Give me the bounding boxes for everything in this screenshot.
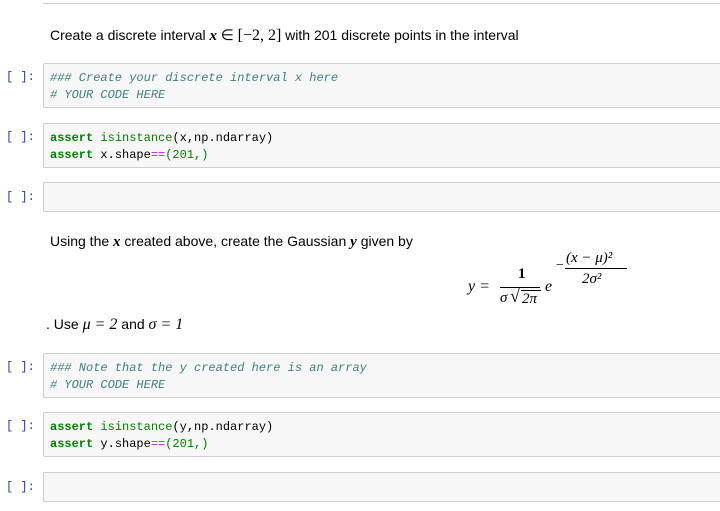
formula-lhs: y =	[468, 278, 490, 295]
code-cell-4[interactable]: ### Note that the y created here is an a…	[43, 353, 720, 398]
md2-var-x: x	[113, 234, 121, 250]
formula-exp-numerator: (x − μ)²	[566, 250, 613, 266]
cell2-l1-keyword: assert	[50, 131, 94, 145]
cell1-comment-line1: ### Create your discrete interval x here	[50, 71, 339, 85]
cell3-prompt: [ ]:	[6, 190, 35, 204]
cell6-prompt: [ ]:	[6, 480, 35, 494]
formula-exp-denominator: 2σ²	[582, 271, 602, 287]
markdown-cell-gaussian-line1[interactable]: Using the x created above, create the Ga…	[50, 233, 413, 251]
cell4-comment-line1: ### Note that the y created here is an a…	[50, 361, 367, 375]
formula-exp-minus: −	[556, 258, 564, 273]
code-cell-6-empty[interactable]	[43, 472, 720, 502]
md2-use-text: . Use	[46, 316, 83, 332]
markdown-cell-interval[interactable]: Create a discrete interval x ∈ [−2, 2] w…	[50, 26, 519, 45]
code-cell-5[interactable]: assert isinstance(y,np.ndarray) assert y…	[43, 412, 720, 457]
md2-sigma-eq: σ = 1	[148, 316, 184, 333]
cell2-l2-mid: x.shape	[93, 148, 151, 162]
formula-sigma: σ	[500, 290, 508, 306]
cell5-l2-op: ==	[150, 437, 166, 451]
md1-in-symbol: ∈	[217, 28, 238, 44]
cell2-l1-func: isinstance	[100, 131, 173, 145]
formula-sqrt-sign: √	[510, 286, 520, 306]
formula-sqrt-content: 2π	[522, 291, 538, 307]
code-cell-2[interactable]: assert isinstance(x,np.ndarray) assert x…	[43, 123, 720, 168]
md2-and-text: and	[117, 316, 149, 332]
md1-text-before: Create a discrete interval	[50, 27, 210, 43]
md2-var-y: y	[350, 234, 357, 250]
md2-text2: created above, create the Gaussian	[120, 233, 351, 249]
cell5-line1: assert isinstance(y,np.ndarray)	[44, 419, 720, 436]
cell5-l1-func: isinstance	[100, 420, 173, 434]
code-cell-3-empty[interactable]	[43, 182, 720, 212]
cell5-prompt: [ ]:	[6, 419, 35, 433]
cell5-line2: assert y.shape==(201,)	[44, 436, 720, 453]
cell1-comment-line2: # YOUR CODE HERE	[50, 88, 166, 102]
cell2-line1: assert isinstance(x,np.ndarray)	[44, 130, 720, 147]
gaussian-formula: y = 1 σ √ 2π e − (x − μ)² 2σ²	[460, 248, 640, 318]
cell1-prompt: [ ]:	[6, 70, 35, 84]
cell5-l2-mid: y.shape	[93, 437, 151, 451]
md1-interval: [−2, 2]	[237, 27, 282, 44]
formula-exp-frac-line	[565, 268, 627, 269]
cell5-l2-keyword: assert	[50, 437, 94, 451]
formula-e: e	[545, 278, 553, 295]
md2-text1: Using the	[50, 233, 114, 249]
md1-var-x: x	[209, 28, 218, 44]
cell2-l2-op: ==	[150, 148, 166, 162]
md1-text-after: with 201 discrete points in the interval	[281, 27, 519, 43]
cell5-l1-keyword: assert	[50, 420, 94, 434]
md2-text3: given by	[356, 233, 413, 249]
formula-frac-numerator: 1	[518, 266, 526, 282]
cell5-l1-args: (y,np.ndarray)	[172, 420, 274, 434]
cell2-prompt: [ ]:	[6, 130, 35, 144]
md2-mu-eq: μ = 2	[82, 316, 118, 333]
cell2-l2-rest: (201,)	[165, 148, 209, 162]
cell2-l2-keyword: assert	[50, 148, 94, 162]
cell2-line2: assert x.shape==(201,)	[44, 147, 720, 164]
code-cell-1[interactable]: ### Create your discrete interval x here…	[43, 63, 720, 108]
cell4-comment-line2: # YOUR CODE HERE	[50, 378, 166, 392]
previous-cell-border	[43, 0, 720, 4]
formula-frac-line	[500, 287, 540, 288]
cell5-l2-rest: (201,)	[165, 437, 209, 451]
markdown-cell-gaussian-line2[interactable]: . Use μ = 2 and σ = 1	[46, 316, 183, 334]
cell2-l1-args: (x,np.ndarray)	[172, 131, 274, 145]
cell4-prompt: [ ]:	[6, 360, 35, 374]
